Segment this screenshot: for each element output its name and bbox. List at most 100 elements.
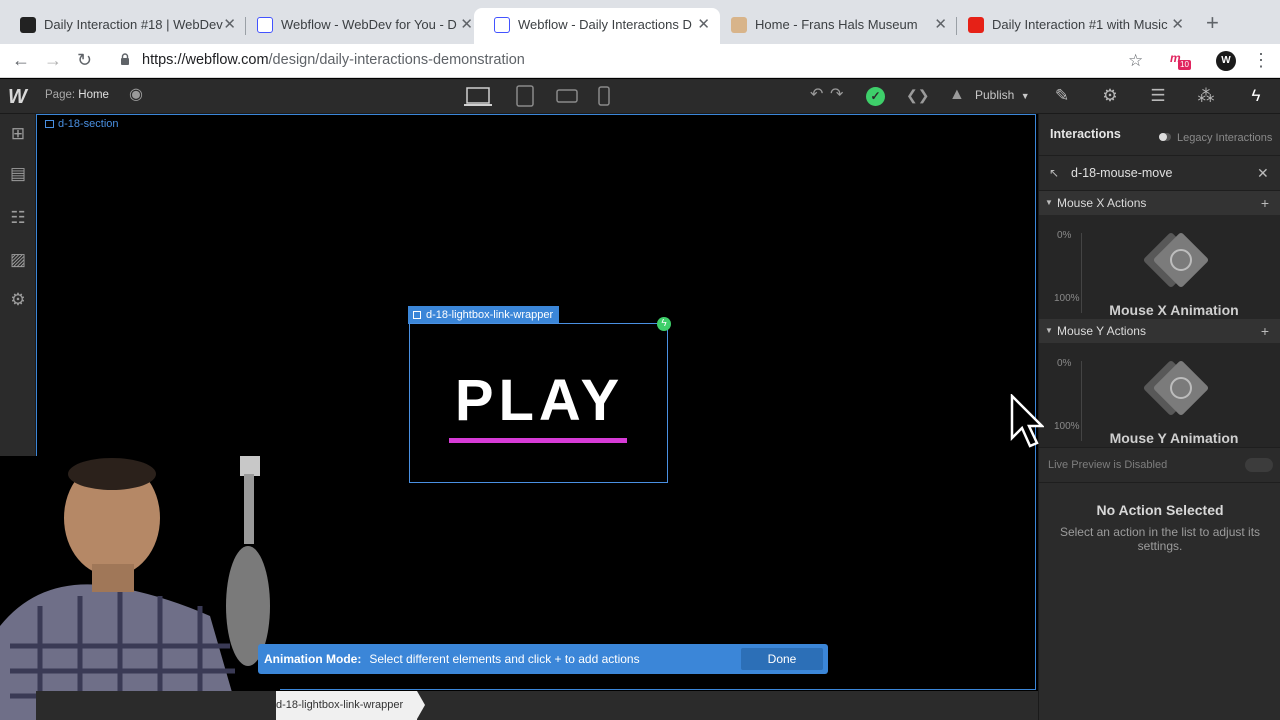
done-button[interactable]: Done <box>741 648 823 670</box>
desktop-breakpoint-icon[interactable] <box>464 86 492 108</box>
redo-icon[interactable]: ↷ <box>830 85 843 105</box>
symbols-icon[interactable]: ⁂ <box>1186 86 1226 106</box>
page-selector[interactable]: Page: Home <box>45 89 109 101</box>
mouse-x-animation-label: Mouse X Animation <box>1109 302 1239 318</box>
browser-tab-1[interactable]: Daily Interaction #18 | WebDev ✕ <box>0 8 246 44</box>
divider <box>1039 447 1280 448</box>
profile-avatar[interactable]: W <box>1216 51 1236 71</box>
extension-badge: 10 <box>1178 60 1191 70</box>
settings-gear-icon[interactable]: ⚙ <box>8 290 28 310</box>
close-icon[interactable]: ✕ <box>697 8 710 42</box>
timeline-start-pct: 0% <box>1057 230 1072 241</box>
browser-tab-3-active[interactable]: Webflow - Daily Interactions D ✕ <box>474 8 720 44</box>
preview-eye-icon[interactable]: ◉ <box>129 85 143 105</box>
youtube-favicon-icon <box>968 17 984 33</box>
tab-label: Daily Interaction #1 with Music <box>992 17 1168 32</box>
add-action-icon[interactable]: + <box>1261 191 1269 215</box>
extension-icon[interactable]: m 10 <box>1170 51 1192 71</box>
mouse-cursor-icon <box>1010 394 1044 448</box>
caret-down-icon: ▼ <box>1045 326 1053 335</box>
webflow-favicon-icon <box>20 17 36 33</box>
back-arrow-icon[interactable]: ← <box>12 49 30 71</box>
publish-label: Publish <box>975 88 1015 102</box>
tab-label: Daily Interaction #18 | WebDev <box>44 17 223 32</box>
tab-label: Webflow - WebDev for You - D <box>281 17 457 32</box>
close-icon[interactable]: ✕ <box>1171 8 1184 42</box>
webcam-overlay-image <box>0 456 280 720</box>
breadcrumb-item[interactable]: d-18-lightbox-link-wrapper <box>276 691 426 720</box>
reload-icon[interactable]: ↻ <box>77 49 92 71</box>
mobile-portrait-icon[interactable] <box>598 86 610 106</box>
page-prefix: Page: <box>45 89 76 101</box>
element-box-icon <box>413 311 421 319</box>
tablet-breakpoint-icon[interactable] <box>516 85 534 107</box>
cms-database-icon[interactable]: ☷ <box>8 208 28 228</box>
breadcrumb: d-18-lightbox-link-wrapper <box>36 691 1038 720</box>
publish-button[interactable]: Publish ▼ <box>975 88 1030 102</box>
right-panel-tabs: ✎ ⚙ ☰ ⁂ ϟ <box>1040 79 1280 114</box>
interactions-panel: Interactions Legacy Interactions ↖ d-18-… <box>1038 114 1280 720</box>
chevron-down-icon: ▼ <box>1020 91 1030 101</box>
browser-tab-2[interactable]: Webflow - WebDev for You - D ✕ <box>237 8 483 44</box>
mouse-y-timeline[interactable]: 0% 100% Mouse Y Animation <box>1039 343 1280 447</box>
lock-icon <box>121 53 129 65</box>
settings-gear-icon[interactable]: ⚙ <box>1090 86 1130 106</box>
style-brush-icon[interactable]: ✎ <box>1042 86 1082 106</box>
animation-mode-bar: Animation Mode: Select different elements… <box>258 644 828 674</box>
new-tab-icon[interactable]: + <box>1206 12 1219 34</box>
close-icon[interactable]: ✕ <box>223 8 236 42</box>
animation-mode-label: Animation Mode: <box>264 652 362 666</box>
page-name: Home <box>78 89 109 101</box>
wrapper-element-tag[interactable]: d-18-lightbox-link-wrapper <box>408 306 560 324</box>
forward-arrow-icon[interactable]: → <box>44 49 62 71</box>
bookmark-star-icon[interactable]: ☆ <box>1128 50 1143 72</box>
play-circle-icon <box>1170 377 1192 399</box>
designer-topbar: W Page: Home ◉ ↶ ↷ ✓ ❮❯ ▲ Publish ▼ ✎ ⚙ … <box>0 79 1280 114</box>
navigator-icon[interactable]: ☰ <box>1138 86 1178 106</box>
browser-tab-5[interactable]: Daily Interaction #1 with Music ✕ <box>948 8 1194 44</box>
close-icon[interactable]: ✕ <box>460 8 473 42</box>
section-label[interactable]: d-18-section <box>45 118 119 130</box>
add-action-icon[interactable]: + <box>1261 319 1269 343</box>
mouse-x-header-label: Mouse X Actions <box>1057 196 1147 210</box>
close-icon[interactable]: ✕ <box>934 8 947 42</box>
legacy-interactions-toggle[interactable]: Legacy Interactions <box>1159 128 1272 146</box>
mouse-y-animation-label: Mouse Y Animation <box>1109 430 1239 446</box>
timeline-start-pct: 0% <box>1057 358 1072 369</box>
browser-tab-4[interactable]: Home - Frans Hals Museum ✕ <box>711 8 957 44</box>
interaction-bolt-icon[interactable]: ϟ <box>657 317 671 331</box>
tab-label: Home - Frans Hals Museum <box>755 17 918 32</box>
address-bar[interactable]: https://webflow.com/design/daily-interac… <box>142 52 525 68</box>
close-icon[interactable]: ✕ <box>1257 165 1269 182</box>
undo-icon[interactable]: ↶ <box>810 85 823 105</box>
mobile-landscape-icon[interactable] <box>556 89 578 103</box>
saved-check-icon[interactable]: ✓ <box>866 87 885 106</box>
section-label-text: d-18-section <box>58 118 119 130</box>
webflow-favicon-icon <box>257 17 273 33</box>
wrapper-label: d-18-lightbox-link-wrapper <box>426 309 554 321</box>
browser-tab-bar: Daily Interaction #18 | WebDev ✕ Webflow… <box>0 0 1280 44</box>
play-heading[interactable]: PLAY <box>410 368 669 434</box>
pages-icon[interactable]: ▤ <box>8 164 28 184</box>
assets-icon[interactable]: ▨ <box>8 250 28 270</box>
divider <box>1039 155 1280 156</box>
caret-down-icon: ▼ <box>1045 198 1053 207</box>
url-path: /design/daily-interactions-demonstration <box>268 52 525 68</box>
live-preview-toggle[interactable] <box>1245 458 1273 472</box>
play-underline <box>449 438 627 443</box>
webflow-logo-icon[interactable]: W <box>8 86 27 109</box>
toggle-switch-icon <box>1159 133 1171 141</box>
add-element-icon[interactable]: ⊞ <box>8 124 28 144</box>
element-box-icon <box>45 120 54 128</box>
mouse-y-actions-header[interactable]: ▼ Mouse Y Actions + <box>1039 319 1280 343</box>
lightbox-link-wrapper[interactable]: PLAY <box>409 323 668 483</box>
code-export-icon[interactable]: ❮❯ <box>906 85 929 105</box>
more-menu-icon[interactable]: ⋮ <box>1252 49 1270 71</box>
browser-toolbar: ← → ↻ https://webflow.com/design/daily-i… <box>0 44 1280 78</box>
no-action-description: Select an action in the list to adjust i… <box>1059 525 1261 553</box>
mouse-x-actions-header[interactable]: ▼ Mouse X Actions + <box>1039 191 1280 215</box>
animation-mode-text: Animation Mode: Select different elements… <box>264 652 640 666</box>
timeline-track <box>1081 233 1082 313</box>
interactions-bolt-icon[interactable]: ϟ <box>1236 86 1276 106</box>
mouse-x-timeline[interactable]: 0% 100% Mouse X Animation <box>1039 215 1280 319</box>
